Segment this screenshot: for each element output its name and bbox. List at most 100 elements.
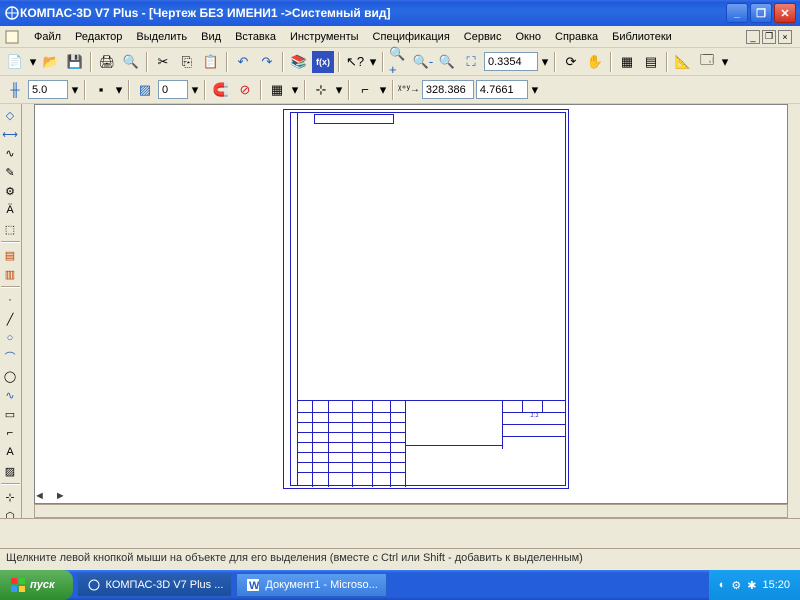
tray-icon-2[interactable]: ⚙ [731,579,741,592]
style-button[interactable]: ╫ [4,79,26,101]
spec-button[interactable]: ▤ [1,246,19,264]
snap-off-button[interactable]: ⊘ [234,79,256,101]
param-button[interactable]: ⚙ [1,182,19,200]
lcs-dropdown[interactable]: ▾ [378,79,388,101]
refresh-button[interactable]: ⟳ [560,51,582,73]
dim-button[interactable]: ⟷ [1,125,19,143]
props-dropdown[interactable]: ▾ [720,51,730,73]
preview-button[interactable]: 🔍 [120,51,142,73]
system-tray[interactable]: ◐ ⚙ ✱ 15:20 [709,570,800,600]
snap-on-button[interactable]: 🧲 [210,79,232,101]
grid-dropdown[interactable]: ▾ [290,79,300,101]
zoom-dropdown[interactable]: ▾ [540,51,550,73]
menu-spec[interactable]: Спецификация [367,29,456,45]
menu-edit[interactable]: Редактор [69,29,128,45]
fill-button[interactable]: ▪ [90,79,112,101]
select-button[interactable]: ⬚ [1,220,19,238]
print-button[interactable]: 🖨 [96,51,118,73]
lcs-button[interactable]: ⌐ [354,79,376,101]
zoom-in-button[interactable]: 🔍+ [388,51,410,73]
page-prev[interactable]: ◄ [34,490,45,502]
param2-input[interactable] [158,80,188,99]
redo-button[interactable]: ↷ [256,51,278,73]
maximize-button[interactable]: ❐ [750,3,772,23]
lib-button[interactable]: 📚 [288,51,310,73]
menu-window[interactable]: Окно [509,29,547,45]
minimize-button[interactable]: _ [726,3,748,23]
chamfer-button[interactable]: ⌐ [1,424,19,442]
menu-insert[interactable]: Вставка [229,29,282,45]
menu-select[interactable]: Выделить [130,29,193,45]
scrollbar-h[interactable] [34,504,788,518]
spline-button[interactable]: ∿ [1,386,19,404]
zoom-fit-button[interactable]: ⛶ [460,51,482,73]
point-button[interactable]: · [1,291,19,309]
toolbar-params: ╫ ▾ ▪ ▾ ▨ ▾ 🧲 ⊘ ▦ ▾ ⊹ ▾ ⌐ ▾ ᵡ⁺ʸ→ ▾ [0,76,800,104]
props-button[interactable]: 🗔 [696,51,718,73]
param2-dropdown[interactable]: ▾ [190,79,200,101]
menu-file[interactable]: Файл [28,29,67,45]
ellipse-button[interactable]: ◯ [1,367,19,385]
symbols-button[interactable]: ∿ [1,144,19,162]
mdi-min[interactable]: _ [746,30,760,44]
page-next[interactable]: ► [55,490,66,502]
ortho-dropdown[interactable]: ▾ [334,79,344,101]
status-text: Щелкните левой кнопкой мыши на объекте д… [6,552,583,564]
menu-service[interactable]: Сервис [458,29,508,45]
cut-button[interactable]: ✂ [152,51,174,73]
cursor-button[interactable]: ↖? [344,51,366,73]
layers-button[interactable]: ▦ [616,51,638,73]
ortho-button[interactable]: ⊹ [310,79,332,101]
geom-button[interactable]: ◇ [1,106,19,124]
toolbar-standard: 📄 ▾ 📂 💾 🖨 🔍 ✂ ⎘ 📋 ↶ ↷ 📚 f(x) ↖? ▾ 🔍+ 🔍- … [0,48,800,76]
hatch-button[interactable]: ▨ [134,79,156,101]
param1-dropdown[interactable]: ▾ [70,79,80,101]
zoom-window-button[interactable]: 🔍 [436,51,458,73]
tray-icon-1[interactable]: ◐ [719,579,726,591]
new-button[interactable]: 📄 [4,51,26,73]
menu-tools[interactable]: Инструменты [284,29,365,45]
taskbar-item-kompas[interactable]: КОМПАС-3D V7 Plus ... [77,573,233,597]
y-coord-input[interactable] [476,80,528,99]
paste-button[interactable]: 📋 [200,51,222,73]
pan-button[interactable]: ✋ [584,51,606,73]
cursor-dropdown[interactable]: ▾ [368,51,378,73]
param1-input[interactable] [28,80,68,99]
measure2-button[interactable]: Ä [1,201,19,219]
zoom-input[interactable] [484,52,538,71]
canvas[interactable]: 1:1 [34,104,788,504]
close-button[interactable]: ✕ [774,3,796,23]
mdi-restore[interactable]: ❐ [762,30,776,44]
menu-view[interactable]: Вид [195,29,227,45]
mdi-close[interactable]: × [778,30,792,44]
aux-button[interactable]: ⊹ [1,488,19,506]
tray-icon-3[interactable]: ✱ [747,579,756,592]
spec2-button[interactable]: ▥ [1,265,19,283]
taskbar-item-word[interactable]: WДокумент1 - Microso... [236,573,386,597]
arc-button[interactable]: ⌒ [1,348,19,366]
line-button[interactable]: ╱ [1,310,19,328]
hatch2-button[interactable]: ▨ [1,462,19,480]
undo-button[interactable]: ↶ [232,51,254,73]
text-button[interactable]: A [1,443,19,461]
measure-button[interactable]: 📐 [672,51,694,73]
zoom-out-button[interactable]: 🔍- [412,51,434,73]
start-button[interactable]: пуск [0,570,73,600]
fx-button[interactable]: f(x) [312,51,334,73]
new-dropdown[interactable]: ▾ [28,51,38,73]
copy-button[interactable]: ⎘ [176,51,198,73]
edit-button[interactable]: ✎ [1,163,19,181]
clock[interactable]: 15:20 [762,579,790,591]
rect-button[interactable]: ▭ [1,405,19,423]
grid-button[interactable]: ▦ [266,79,288,101]
views-button[interactable]: ▤ [640,51,662,73]
coord-dropdown[interactable]: ▾ [530,79,540,101]
open-button[interactable]: 📂 [40,51,62,73]
kompas-icon [86,577,102,593]
x-coord-input[interactable] [422,80,474,99]
menu-help[interactable]: Справка [549,29,604,45]
menu-libs[interactable]: Библиотеки [606,29,678,45]
fill-dropdown[interactable]: ▾ [114,79,124,101]
circle-button[interactable]: ○ [1,329,19,347]
save-button[interactable]: 💾 [64,51,86,73]
